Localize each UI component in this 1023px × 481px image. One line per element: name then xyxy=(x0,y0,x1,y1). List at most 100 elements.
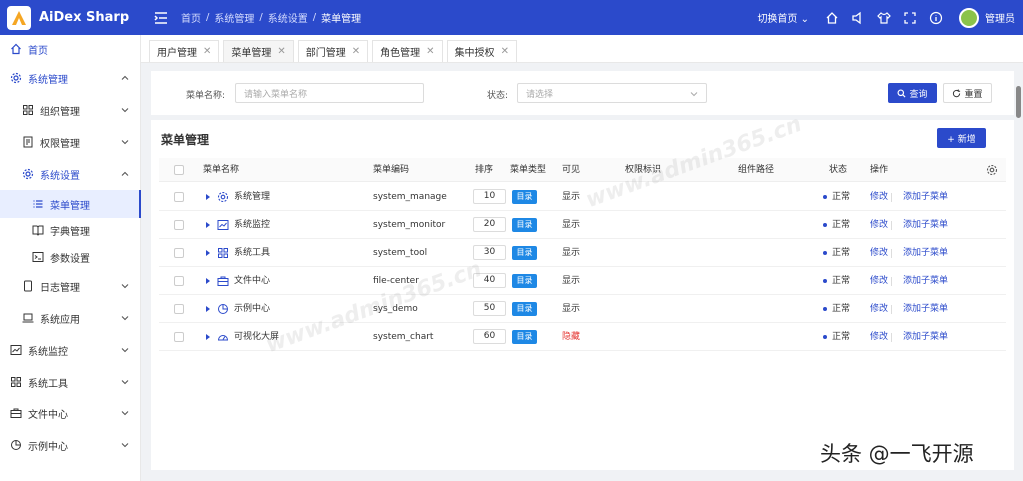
close-icon[interactable]: ✕ xyxy=(203,46,211,57)
add-child-link[interactable]: 添加子菜单 xyxy=(903,267,948,295)
visible-status: 显示 xyxy=(562,192,581,202)
fullscreen-icon[interactable] xyxy=(903,11,917,25)
menu-code: file-center xyxy=(373,276,419,286)
status-dot xyxy=(823,251,827,255)
col-header-name[interactable]: 菜单名称 xyxy=(203,158,239,182)
logo[interactable]: AiDex Sharp xyxy=(0,0,141,35)
row-checkbox[interactable] xyxy=(174,332,184,342)
sidebar-item-demo[interactable]: 示例中心 xyxy=(0,431,141,459)
reset-button[interactable]: 重置 xyxy=(943,83,992,103)
expand-caret-icon[interactable] xyxy=(206,278,210,284)
visible-status: 显示 xyxy=(562,304,581,314)
row-checkbox[interactable] xyxy=(174,304,184,314)
col-header-type[interactable]: 菜单类型 xyxy=(510,158,546,182)
home-icon[interactable] xyxy=(825,11,839,25)
sidebar-item-monitor[interactable]: 系统监控 xyxy=(0,336,141,364)
notification-icon[interactable] xyxy=(851,11,865,25)
edit-link[interactable]: 修改 xyxy=(870,239,888,267)
col-header-path[interactable]: 组件路径 xyxy=(738,158,774,182)
chevron-down-icon xyxy=(121,411,129,416)
tab-dept-manage[interactable]: 部门管理 ✕ xyxy=(297,40,369,62)
menu-type-tag: 目录 xyxy=(512,218,537,232)
col-header-code[interactable]: 菜单编码 xyxy=(373,158,409,182)
edit-link[interactable]: 修改 xyxy=(870,211,888,239)
add-child-link[interactable]: 添加子菜单 xyxy=(903,295,948,323)
menu-name-label: 菜单名称: xyxy=(186,91,226,101)
status-badge: 正常 xyxy=(832,192,851,202)
breadcrumb-item[interactable]: 系统设置 xyxy=(268,10,308,25)
tab-user-manage[interactable]: 用户管理 ✕ xyxy=(149,40,220,62)
sidebar-item-tools[interactable]: 系统工具 xyxy=(0,368,141,396)
status-select[interactable]: 请选择 xyxy=(517,83,707,103)
breadcrumb-item[interactable]: 系统管理 xyxy=(214,10,254,25)
info-icon[interactable] xyxy=(929,11,943,25)
chart-icon xyxy=(217,219,229,231)
gear-icon xyxy=(10,72,22,84)
sidebar-item-system-manage[interactable]: 系统管理 xyxy=(0,64,141,92)
sidebar-item-files[interactable]: 文件中心 xyxy=(0,399,141,427)
tab-role-manage[interactable]: 角色管理 ✕ xyxy=(372,40,443,62)
sidebar-item-home[interactable]: 首页 xyxy=(0,35,141,63)
avatar[interactable] xyxy=(959,7,979,28)
add-child-link[interactable]: 添加子菜单 xyxy=(903,323,948,351)
col-header-sort[interactable]: 排序 xyxy=(475,158,493,182)
sort-input[interactable]: 50 xyxy=(473,301,506,316)
username[interactable]: 管理员 xyxy=(985,10,1015,25)
expand-caret-icon[interactable] xyxy=(206,334,210,340)
tab-menu-manage[interactable]: 菜单管理 ✕ xyxy=(223,40,294,62)
close-icon[interactable]: ✕ xyxy=(277,46,285,57)
add-button[interactable]: + 新增 xyxy=(937,128,986,148)
row-checkbox[interactable] xyxy=(174,220,184,230)
edit-link[interactable]: 修改 xyxy=(870,267,888,295)
col-header-visible[interactable]: 可见 xyxy=(562,158,580,182)
sidebar-item-apps[interactable]: 系统应用 xyxy=(0,304,141,332)
sidebar-item-menu-manage[interactable]: 菜单管理 xyxy=(0,190,141,218)
sort-input[interactable]: 40 xyxy=(473,273,506,288)
sidebar-item-dict[interactable]: 字典管理 xyxy=(0,216,141,244)
doc-icon xyxy=(22,136,34,148)
sidebar-item-params[interactable]: 参数设置 xyxy=(0,243,141,271)
sort-input[interactable]: 60 xyxy=(473,329,506,344)
expand-caret-icon[interactable] xyxy=(206,194,210,200)
select-all-checkbox[interactable] xyxy=(174,165,184,175)
row-checkbox[interactable] xyxy=(174,192,184,202)
sort-input[interactable]: 20 xyxy=(473,217,506,232)
menu-name-input[interactable]: 请输入菜单名称 xyxy=(235,83,424,103)
sort-input[interactable]: 10 xyxy=(473,189,506,204)
edit-link[interactable]: 修改 xyxy=(870,323,888,351)
row-checkbox[interactable] xyxy=(174,276,184,286)
theme-icon[interactable] xyxy=(877,11,891,25)
switch-home-dropdown[interactable]: 切换首页 ⌄ xyxy=(757,10,809,25)
tab-bar: 用户管理 ✕ 菜单管理 ✕ 部门管理 ✕ 角色管理 ✕ 集中授权 ✕ xyxy=(141,35,1023,63)
chevron-up-icon xyxy=(121,75,129,80)
close-icon[interactable]: ✕ xyxy=(501,46,509,57)
tab-central-auth[interactable]: 集中授权 ✕ xyxy=(446,40,517,62)
column-settings-gear-icon[interactable] xyxy=(986,164,998,176)
table-row: 可视化大屏 system_chart 60 目录 隐藏 正常 修改 添加子菜单 xyxy=(159,323,1006,351)
sidebar-item-perm[interactable]: 权限管理 xyxy=(0,128,141,156)
edit-link[interactable]: 修改 xyxy=(870,183,888,211)
close-icon[interactable]: ✕ xyxy=(426,46,434,57)
status-badge: 正常 xyxy=(832,276,851,286)
gear-icon xyxy=(217,191,229,203)
app-name: AiDex Sharp xyxy=(39,10,130,25)
expand-caret-icon[interactable] xyxy=(206,250,210,256)
col-header-status[interactable]: 状态 xyxy=(829,158,847,182)
sidebar-item-org[interactable]: 组织管理 xyxy=(0,96,141,124)
breadcrumb-item[interactable]: 首页 xyxy=(181,10,201,25)
expand-caret-icon[interactable] xyxy=(206,222,210,228)
query-button[interactable]: 查询 xyxy=(888,83,937,103)
edit-link[interactable]: 修改 xyxy=(870,295,888,323)
sidebar-item-settings[interactable]: 系统设置 xyxy=(0,160,141,188)
col-header-perm[interactable]: 权限标识 xyxy=(625,158,661,182)
close-icon[interactable]: ✕ xyxy=(352,46,360,57)
add-child-link[interactable]: 添加子菜单 xyxy=(903,239,948,267)
add-child-link[interactable]: 添加子菜单 xyxy=(903,183,948,211)
expand-caret-icon[interactable] xyxy=(206,306,210,312)
add-child-link[interactable]: 添加子菜单 xyxy=(903,211,948,239)
page-scrollbar[interactable] xyxy=(1016,86,1021,118)
row-checkbox[interactable] xyxy=(174,248,184,258)
sort-input[interactable]: 30 xyxy=(473,245,506,260)
menu-toggle-icon[interactable] xyxy=(153,10,169,26)
sidebar-item-logs[interactable]: 日志管理 xyxy=(0,272,141,300)
